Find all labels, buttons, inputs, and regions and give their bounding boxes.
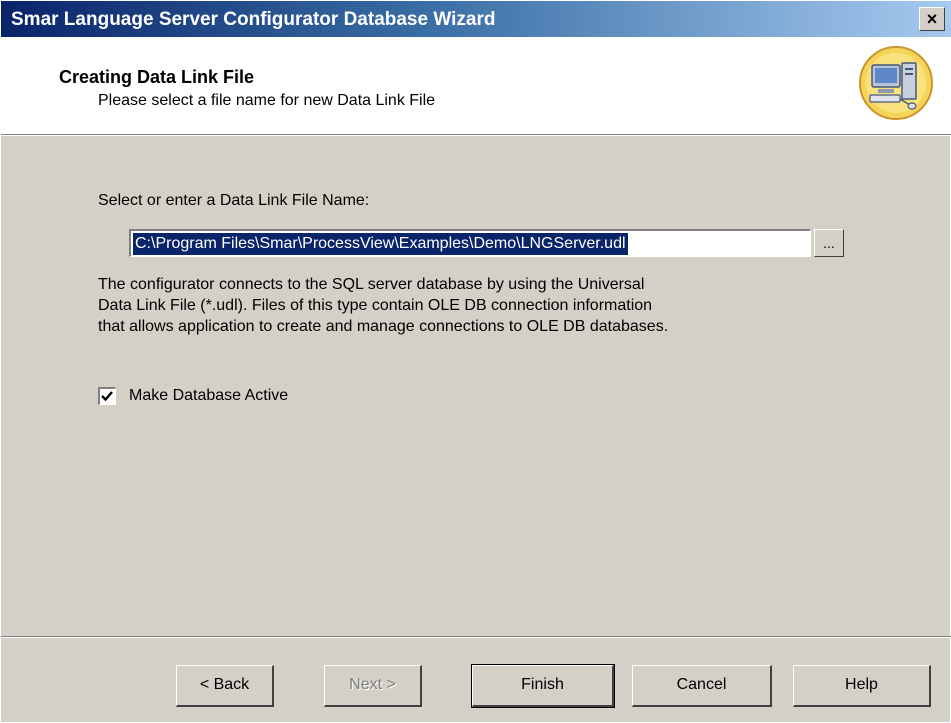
next-button[interactable]: Next >	[324, 665, 422, 707]
checkmark-icon	[101, 391, 113, 402]
file-name-label: Select or enter a Data Link File Name:	[98, 192, 370, 209]
help-button[interactable]: Help	[793, 665, 931, 707]
title-bar[interactable]: Smar Language Server Configurator Databa…	[1, 1, 951, 37]
close-button[interactable]: ×	[919, 7, 945, 31]
file-name-input[interactable]: C:\Program Files\Smar\ProcessView\Exampl…	[129, 229, 811, 257]
finish-button[interactable]: Finish	[471, 664, 615, 708]
page-title: Creating Data Link File	[59, 67, 255, 87]
page-subtitle: Please select a file name for new Data L…	[98, 92, 436, 109]
back-button[interactable]: < Back	[176, 665, 274, 707]
description-line: that allows application to create and ma…	[98, 318, 669, 335]
cancel-button[interactable]: Cancel	[632, 665, 772, 707]
header-divider	[1, 134, 951, 136]
description-text: The configurator connects to the SQL ser…	[98, 274, 858, 337]
description-line: Data Link File (*.udl). Files of this ty…	[98, 297, 653, 314]
wizard-window: Smar Language Server Configurator Databa…	[0, 0, 951, 723]
wizard-header: Creating Data Link File Please select a …	[1, 37, 951, 134]
file-name-value: C:\Program Files\Smar\ProcessView\Exampl…	[133, 233, 628, 255]
computer-wizard-icon	[859, 46, 933, 120]
make-active-label[interactable]: Make Database Active	[129, 387, 288, 405]
close-icon: ×	[926, 9, 938, 29]
footer-divider	[1, 636, 951, 638]
window-title: Smar Language Server Configurator Databa…	[11, 9, 496, 30]
description-line: The configurator connects to the SQL ser…	[98, 276, 645, 293]
make-active-checkbox[interactable]	[98, 387, 116, 405]
browse-button[interactable]: ...	[814, 229, 844, 257]
